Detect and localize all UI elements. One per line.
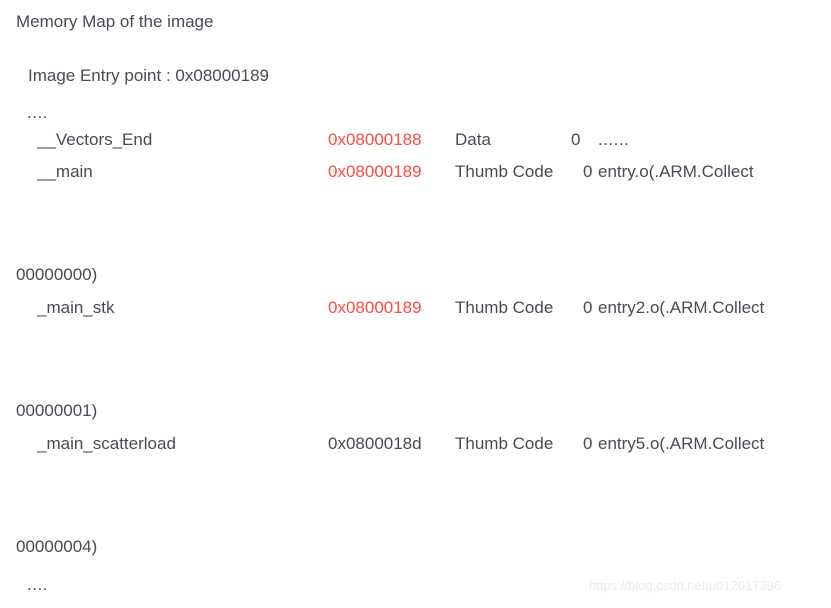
- ellipsis-bottom: ....: [27, 575, 48, 594]
- symbol-type-vectors-end: Data: [455, 130, 491, 149]
- symbol-size-main: 0: [583, 162, 593, 181]
- ellipsis-top: ....: [27, 103, 48, 122]
- symbol-size-main-scatterload: 0: [583, 434, 593, 453]
- symbol-name-main: __main: [37, 162, 93, 181]
- wrapped-offset-1: 00000001): [16, 401, 98, 420]
- symbol-size-vectors-end: 0: [571, 130, 581, 149]
- symbol-name-main-scatterload: _main_scatterload: [37, 434, 176, 453]
- wrapped-offset-0: 00000000): [16, 265, 98, 284]
- symbol-type-main-stk: Thumb Code: [455, 298, 554, 317]
- symbol-object-main: entry.o(.ARM.Collect: [598, 162, 754, 181]
- symbol-type-main: Thumb Code: [455, 162, 554, 181]
- symbol-address-main-stk: 0x08000189: [328, 298, 422, 317]
- symbol-name-vectors-end: __Vectors_End: [37, 130, 153, 149]
- watermark: https://blog.csdn.net/u012017396: [589, 578, 782, 593]
- symbol-address-main: 0x08000189: [328, 162, 422, 181]
- symbol-address-main-scatterload: 0x0800018d: [328, 434, 422, 453]
- symbol-size-main-stk: 0: [583, 298, 593, 317]
- image-entry-point-line: Image Entry point : 0x08000189: [28, 66, 269, 85]
- memory-map-page: Memory Map of the image Image Entry poin…: [0, 0, 831, 608]
- symbol-object-main-stk: entry2.o(.ARM.Collect: [598, 298, 765, 317]
- symbol-type-main-scatterload: Thumb Code: [455, 434, 554, 453]
- page-title: Memory Map of the image: [16, 12, 214, 31]
- symbol-address-vectors-end: 0x08000188: [328, 130, 422, 149]
- wrapped-offset-4: 00000004): [16, 537, 98, 556]
- symbol-name-main-stk: _main_stk: [37, 298, 115, 317]
- symbol-object-vectors-end: ......: [598, 130, 630, 149]
- symbol-object-main-scatterload: entry5.o(.ARM.Collect: [598, 434, 765, 453]
